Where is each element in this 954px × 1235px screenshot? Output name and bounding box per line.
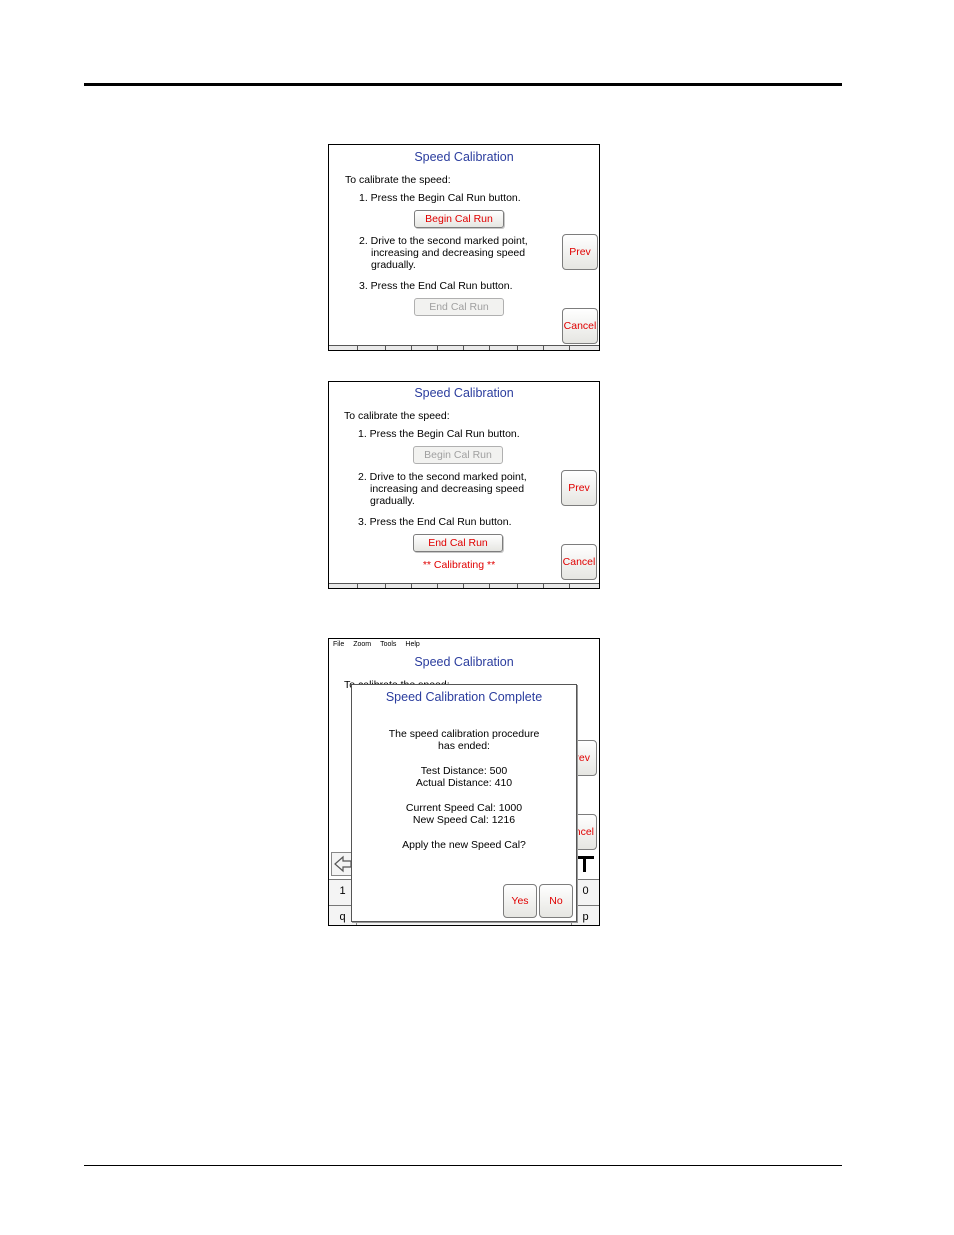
keyboard-strip — [329, 583, 599, 588]
menu-file[interactable]: File — [333, 641, 344, 648]
step3-text: 3. Press the End Cal Run button. — [359, 280, 513, 292]
step2-line2: increasing and decreasing speed — [370, 483, 525, 495]
current-speed-cal-text: Current Speed Cal: 1000 — [405, 802, 523, 814]
step1-text: 1. Press the Begin Cal Run button. — [359, 192, 521, 204]
apply-question-text: Apply the new Speed Cal? — [402, 839, 526, 851]
screen-title: Speed Calibration — [414, 655, 514, 669]
test-distance-text: Test Distance: 500 — [420, 765, 508, 777]
intro-text: To calibrate the speed: — [345, 174, 451, 186]
keyboard-strip — [329, 345, 599, 350]
prev-button[interactable]: Prev — [562, 234, 598, 270]
actual-distance-text: Actual Distance: 410 — [415, 777, 513, 789]
calibration-complete-dialog: Speed Calibration Complete The speed cal… — [351, 684, 577, 922]
speed-calibration-screen-running: Speed Calibration To calibrate the speed… — [328, 381, 600, 589]
step2-line3: gradually. — [370, 495, 415, 507]
step1-text: 1. Press the Begin Cal Run button. — [358, 428, 520, 440]
header-rule — [84, 83, 842, 86]
step2-line2: increasing and decreasing speed — [371, 247, 526, 259]
step2-line1: 2. Drive to the second marked point, — [359, 235, 528, 247]
end-cal-run-button[interactable]: End Cal Run — [414, 298, 504, 316]
dialog-title: Speed Calibration Complete — [385, 690, 543, 704]
intro-text: To calibrate the speed: — [344, 410, 450, 422]
end-cal-run-button[interactable]: End Cal Run — [413, 534, 503, 552]
cancel-button[interactable]: Cancel — [561, 544, 597, 580]
step3-text: 3. Press the End Cal Run button. — [358, 516, 512, 528]
screen-title: Speed Calibration — [414, 150, 514, 164]
screen-title: Speed Calibration — [414, 386, 514, 400]
speed-calibration-screen-initial: Speed Calibration To calibrate the speed… — [328, 144, 600, 351]
menu-zoom[interactable]: Zoom — [353, 641, 371, 648]
calibrating-status: ** Calibrating ** — [422, 559, 496, 571]
dialog-line1: The speed calibration procedure — [388, 728, 540, 740]
speed-calibration-screen-complete: File Zoom Tools Help Speed Calibration T… — [328, 638, 600, 926]
yes-button[interactable]: Yes — [503, 884, 537, 918]
no-button[interactable]: No — [539, 884, 573, 918]
footer-rule — [84, 1165, 842, 1166]
new-speed-cal-text: New Speed Cal: 1216 — [412, 814, 516, 826]
menu-tools[interactable]: Tools — [380, 641, 396, 648]
prev-button[interactable]: Prev — [561, 470, 597, 506]
step2-line1: 2. Drive to the second marked point, — [358, 471, 527, 483]
begin-cal-run-button[interactable]: Begin Cal Run — [414, 210, 504, 228]
menu-help[interactable]: Help — [405, 641, 419, 648]
menu-bar: File Zoom Tools Help — [329, 639, 599, 650]
step2-line3: gradually. — [371, 259, 416, 271]
begin-cal-run-button[interactable]: Begin Cal Run — [413, 446, 503, 464]
dialog-line2: has ended: — [438, 740, 490, 752]
cancel-button[interactable]: Cancel — [562, 308, 598, 344]
